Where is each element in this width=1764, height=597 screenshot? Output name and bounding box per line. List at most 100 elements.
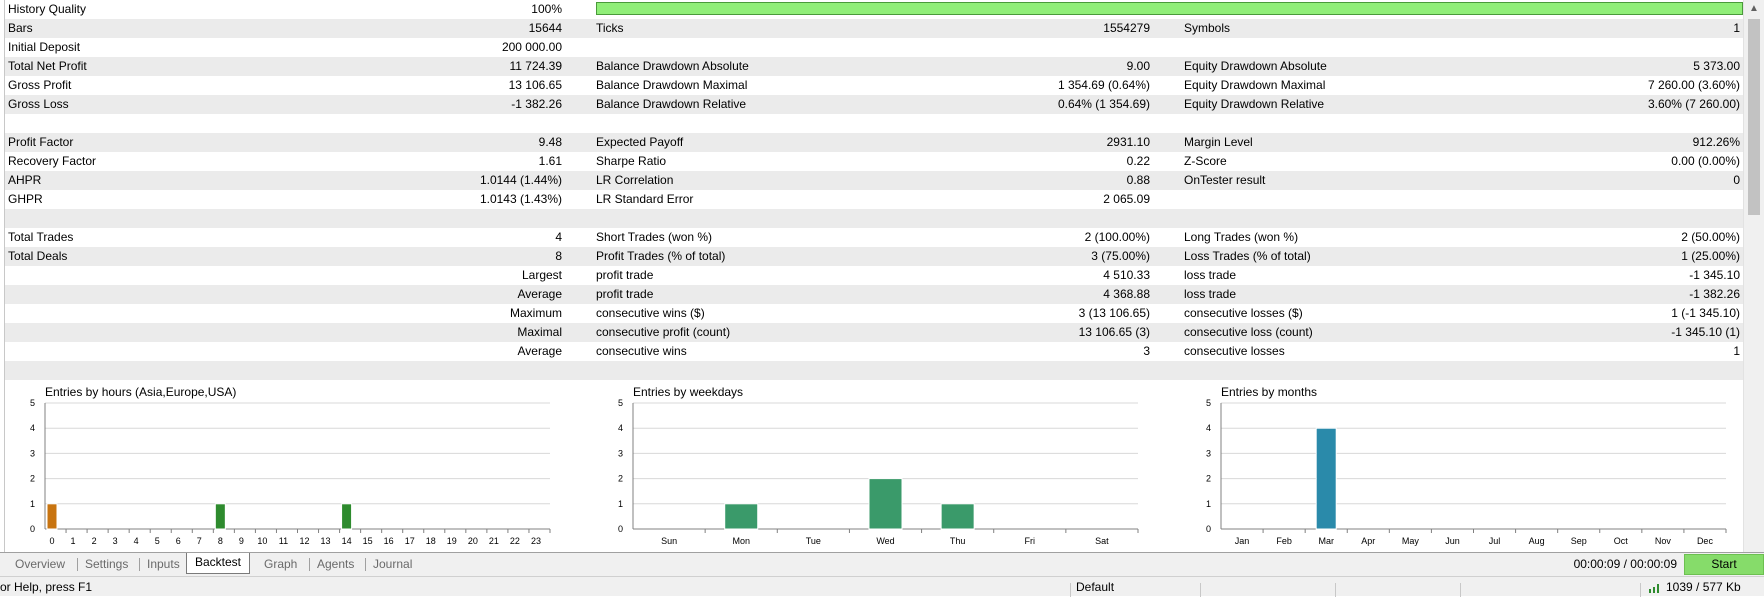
report-value: 15644: [528, 21, 562, 35]
x-tick-label: 17: [405, 536, 415, 546]
y-tick-label: 5: [1206, 398, 1211, 408]
report-value: 0.22: [1126, 154, 1150, 168]
scrollbar-thumb[interactable]: [1748, 19, 1760, 215]
report-label: Margin Level: [1184, 135, 1253, 149]
x-tick-label: 13: [321, 536, 331, 546]
report-value: 1.61: [538, 154, 562, 168]
status-divider: [1335, 583, 1336, 597]
status-bar: or Help, press F1 Default 1039 / 577 Kb: [0, 576, 1764, 597]
report-value: 3 (13 106.65): [1078, 306, 1150, 320]
report-label: loss trade: [1184, 287, 1237, 301]
report-value: 2 (100.00%): [1084, 230, 1150, 244]
x-tick-label: Feb: [1276, 536, 1292, 546]
chart-bar: [868, 478, 903, 530]
report-value: 2931.10: [1106, 135, 1150, 149]
report-value: Maximal: [517, 325, 562, 339]
report-label: Loss Trades (% of total): [1184, 249, 1311, 263]
x-tick-label: 5: [155, 536, 160, 546]
x-tick-label: 11: [279, 536, 288, 546]
vertical-scrollbar[interactable]: ▲: [1743, 0, 1764, 552]
tab-inputs[interactable]: Inputs: [147, 556, 180, 572]
report-value: 4 510.33: [1103, 268, 1150, 282]
x-tick-label: 9: [239, 536, 244, 546]
y-tick-label: 3: [618, 448, 623, 458]
tab-journal[interactable]: Journal: [373, 556, 412, 572]
x-tick-label: May: [1402, 536, 1420, 546]
report-value: Average: [517, 287, 562, 301]
x-tick-label: 21: [489, 536, 499, 546]
x-tick-label: 23: [531, 536, 541, 546]
x-tick-label: 10: [257, 536, 267, 546]
report-label: profit trade: [596, 287, 654, 301]
x-tick-label: 12: [299, 536, 309, 546]
report-label: Symbols: [1184, 21, 1231, 35]
start-button[interactable]: Start: [1684, 554, 1764, 575]
report-label: History Quality: [8, 2, 87, 16]
report-label: Equity Drawdown Absolute: [1184, 59, 1327, 73]
tab-settings[interactable]: Settings: [85, 556, 128, 572]
report-label: Gross Loss: [8, 97, 69, 111]
x-tick-label: Mon: [732, 536, 750, 546]
report-row: Maximal consecutive profit (count) 13 106.…: [5, 323, 1743, 342]
report-label: Equity Drawdown Relative: [1184, 97, 1325, 111]
report-row: [5, 361, 1743, 380]
y-tick-label: 4: [618, 423, 623, 433]
report-value: Largest: [521, 268, 562, 282]
entries-chart: Entries by hours (Asia,Europe,USA) 0 1 2 3 4 5…: [0, 383, 590, 552]
report-row: Maximum consecutive wins ($) 3 (13 106.65)…: [5, 304, 1743, 323]
report-value: Average: [517, 344, 562, 358]
y-tick-label: 1: [1206, 499, 1211, 509]
report-row: Average consecutive wins 3 consecutive loss…: [5, 342, 1743, 361]
report-label: Equity Drawdown Maximal: [1184, 78, 1326, 92]
tester-tab-bar: Overview Settings Inputs Backtest Graph Agent…: [0, 552, 1764, 576]
y-tick-label: 3: [30, 448, 35, 458]
status-divider: [1070, 583, 1071, 597]
x-tick-label: 8: [218, 536, 223, 546]
x-tick-label: 14: [342, 536, 352, 546]
y-tick-label: 2: [618, 474, 623, 484]
tab-divider: [139, 558, 140, 571]
x-tick-label: 7: [197, 536, 202, 546]
report-label: Z-Score: [1184, 154, 1227, 168]
report-row: Total Deals 8 Profit Trades (% of total) 3 …: [5, 247, 1743, 266]
x-tick-label: 20: [468, 536, 478, 546]
tab-agents[interactable]: Agents: [317, 556, 354, 572]
status-divider: [1640, 583, 1641, 597]
x-tick-label: Sat: [1095, 536, 1109, 546]
tab-divider: [365, 558, 366, 571]
report-label: Short Trades (won %): [596, 230, 713, 244]
y-tick-label: 2: [30, 474, 35, 484]
x-tick-label: Mar: [1318, 536, 1334, 546]
report-label: consecutive profit (count): [596, 325, 731, 339]
profile-name: Default: [1076, 580, 1115, 594]
report-value: Maximum: [509, 306, 562, 320]
report-label: GHPR: [8, 192, 43, 206]
tab-backtest[interactable]: Backtest: [186, 553, 251, 574]
chart-bar: [1315, 427, 1337, 530]
report-value: 1: [1733, 21, 1740, 35]
report-value: 1.0143 (1.43%): [479, 192, 562, 206]
x-tick-label: Wed: [876, 536, 894, 546]
report-value: 0.00 (0.00%): [1671, 154, 1740, 168]
chart-plot: 0 1 2 3 4 5 Sun Mon Tue Wed Thu Fri Sat: [618, 398, 1139, 546]
x-tick-label: Jun: [1445, 536, 1460, 546]
report-label: Ticks: [596, 21, 624, 35]
chevron-up-icon[interactable]: ▲: [1744, 0, 1764, 17]
x-tick-label: 6: [176, 536, 181, 546]
chart-bar: [940, 503, 975, 530]
report-label: Recovery Factor: [8, 154, 97, 168]
report-value: -1 382.26: [1689, 287, 1740, 301]
x-tick-label: 16: [384, 536, 394, 546]
report-value: 2 (50.00%): [1681, 230, 1740, 244]
x-tick-label: Aug: [1529, 536, 1545, 546]
report-value: 13 106.65: [508, 78, 562, 92]
tab-graph[interactable]: Graph: [264, 556, 297, 572]
status-divider: [1460, 583, 1461, 597]
report-row: Total Trades 4 Short Trades (won %) 2 (100.…: [5, 228, 1743, 247]
tab-overview[interactable]: Overview: [15, 556, 65, 572]
report-value: 0.64% (1 354.69): [1057, 97, 1150, 111]
y-tick-label: 3: [1206, 448, 1211, 458]
x-tick-label: Jan: [1235, 536, 1250, 546]
report-value: 1 354.69 (0.64%): [1057, 78, 1150, 92]
report-label: loss trade: [1184, 268, 1237, 282]
